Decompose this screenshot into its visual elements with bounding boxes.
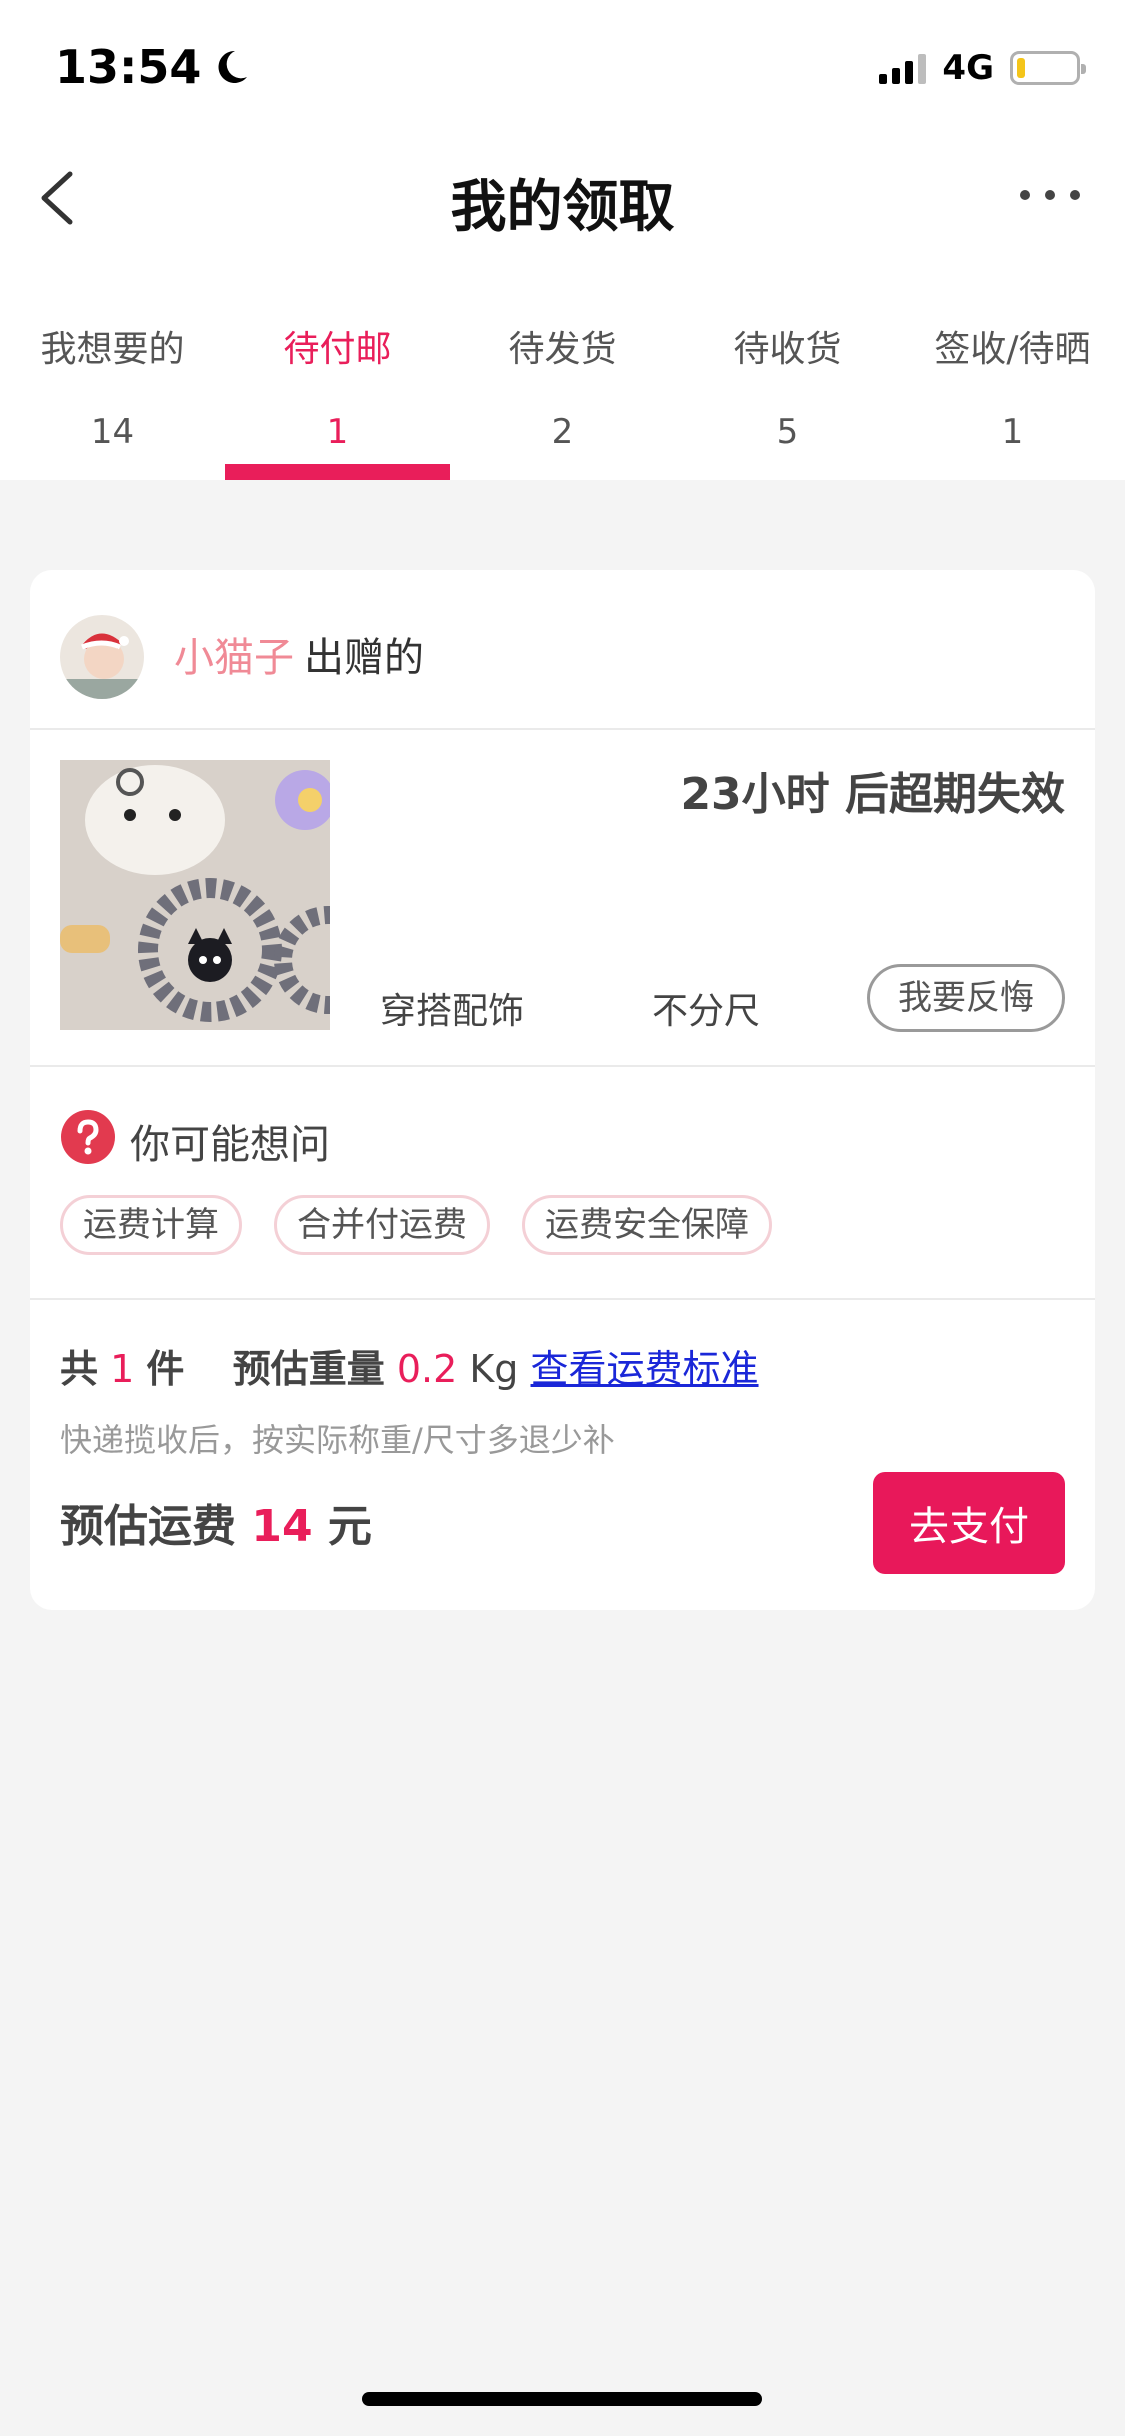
seller-suffix: 出赠的 (304, 635, 424, 681)
avatar-image (60, 615, 144, 699)
seller-row[interactable]: 小猫子 出赠的 (30, 570, 1095, 730)
regret-button[interactable]: 我要反悔 (867, 964, 1065, 1032)
shipping-note: 快递揽收后，按实际称重/尺寸多退少补 (60, 1421, 615, 1459)
faq-chips: 运费计算 合并付运费 运费安全保障 (60, 1195, 772, 1255)
order-summary: 共 1 件 预估重量 0.2 Kg 查看运费标准 (60, 1338, 759, 1393)
tab-label: 待付邮 (283, 329, 392, 370)
seller-text: 小猫子 出赠的 (174, 625, 424, 683)
tab-label: 签收/待晒 (934, 329, 1091, 370)
order-card: 小猫子 出赠的 23小时 后超期失效 穿搭配饰 不分尺 我要反悔 你可能想问 运… (30, 570, 1095, 1610)
chip-shipping-guarantee[interactable]: 运费安全保障 (522, 1195, 772, 1255)
hair-accessory-image (60, 760, 330, 1030)
status-icons: 4G (879, 48, 1086, 88)
expire-countdown: 23小时 后超期失效 (680, 769, 1065, 820)
pay-button[interactable]: 去支付 (873, 1472, 1065, 1574)
network-type: 4G (942, 48, 994, 88)
item-count: 1 (110, 1347, 135, 1391)
tab-bar: 我想要的 14 待付邮 1 待发货 2 待收货 5 签收/待晒 1 (0, 265, 1125, 480)
chip-merge-shipping[interactable]: 合并付运费 (274, 1195, 490, 1255)
seller-name[interactable]: 小猫子 (174, 635, 294, 681)
product-image[interactable] (60, 760, 330, 1030)
active-tab-indicator (225, 464, 450, 480)
status-bar: 13:54 4G (0, 0, 1125, 130)
status-time: 13:54 (55, 40, 251, 94)
tab-want[interactable]: 我想要的 14 (0, 265, 225, 480)
tab-count: 2 (551, 412, 574, 452)
home-indicator[interactable] (362, 2392, 762, 2406)
tab-count: 5 (776, 412, 799, 452)
tab-count: 14 (90, 412, 135, 452)
tab-received-share[interactable]: 签收/待晒 1 (900, 265, 1125, 480)
moon-icon (218, 50, 248, 83)
tab-label: 待发货 (508, 329, 617, 370)
signal-icon (879, 52, 927, 84)
tab-count: 1 (1001, 412, 1024, 452)
tab-pending-postage[interactable]: 待付邮 1 (225, 265, 450, 480)
tab-pending-ship[interactable]: 待发货 2 (450, 265, 675, 480)
tab-count: 1 (326, 412, 349, 452)
tab-label: 我想要的 (40, 329, 185, 370)
fee-label: 预估运费 (60, 1501, 236, 1552)
item-category: 穿搭配饰 (380, 991, 525, 1032)
avatar[interactable] (60, 615, 144, 699)
page-title: 我的领取 (450, 175, 675, 240)
summary-prefix: 共 (60, 1347, 99, 1391)
item-size: 不分尺 (652, 991, 761, 1032)
faq-section: 你可能想问 运费计算 合并付运费 运费安全保障 (30, 1067, 1095, 1300)
payment-section: 共 1 件 预估重量 0.2 Kg 查看运费标准 快递揽收后，按实际称重/尺寸多… (30, 1300, 1095, 1610)
fee-value: 14 (251, 1501, 313, 1552)
weight-unit: Kg (469, 1347, 519, 1391)
shipping-standard-link[interactable]: 查看运费标准 (531, 1347, 759, 1391)
weight-label: 预估重量 (232, 1347, 385, 1391)
chip-shipping-calc[interactable]: 运费计算 (60, 1195, 242, 1255)
item-unit: 件 (146, 1347, 185, 1391)
weight-value: 0.2 (396, 1347, 458, 1391)
faq-title: 你可能想问 (130, 1122, 330, 1168)
question-icon (61, 1110, 115, 1164)
tab-label: 待收货 (733, 329, 842, 370)
page: 13:54 4G 我的领取 我想要的 14 待付邮 1 待发货 2 待收货 5 … (0, 0, 1125, 2436)
more-icon[interactable] (1015, 180, 1085, 210)
battery-icon (1010, 51, 1086, 85)
tab-pending-receive[interactable]: 待收货 5 (675, 265, 900, 480)
time-text: 13:54 (55, 40, 202, 94)
estimated-fee: 预估运费 14 元 (60, 1490, 372, 1554)
item-row: 23小时 后超期失效 穿搭配饰 不分尺 我要反悔 (30, 730, 1095, 1067)
fee-unit: 元 (327, 1501, 372, 1552)
nav-bar: 我的领取 (0, 130, 1125, 265)
